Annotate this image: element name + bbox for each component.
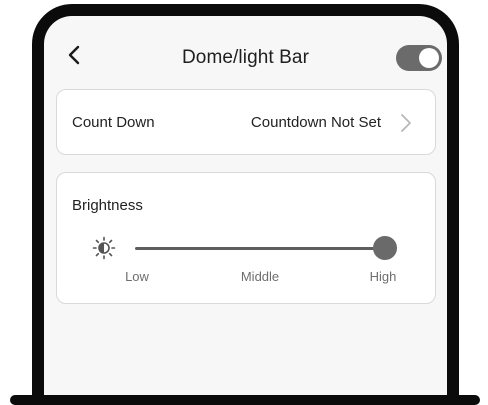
header: Dome/light Bar bbox=[44, 16, 447, 86]
page-title: Dome/light Bar bbox=[181, 47, 310, 68]
app-canvas: Dome/light Bar Count Down Countdown Not … bbox=[0, 0, 488, 405]
power-toggle[interactable] bbox=[396, 45, 442, 71]
brightness-sun-icon bbox=[92, 236, 116, 260]
tick-low: Low bbox=[125, 269, 149, 284]
phone-frame: Dome/light Bar Count Down Countdown Not … bbox=[32, 4, 459, 405]
countdown-label: Count Down bbox=[72, 114, 155, 131]
brightness-label: Brightness bbox=[72, 197, 143, 214]
chevron-right-icon bbox=[401, 114, 411, 132]
brightness-card: Brightness Low Middle High bbox=[56, 172, 436, 304]
brightness-slider-track[interactable] bbox=[135, 247, 385, 250]
tick-middle: Middle bbox=[240, 269, 280, 284]
toggle-knob bbox=[419, 48, 439, 68]
countdown-value: Countdown Not Set bbox=[250, 114, 381, 131]
countdown-row[interactable]: Count Down Countdown Not Set bbox=[56, 89, 436, 155]
tick-high: High bbox=[369, 269, 397, 284]
bottom-frame-bar bbox=[10, 395, 480, 405]
brightness-slider-thumb[interactable] bbox=[373, 236, 397, 260]
